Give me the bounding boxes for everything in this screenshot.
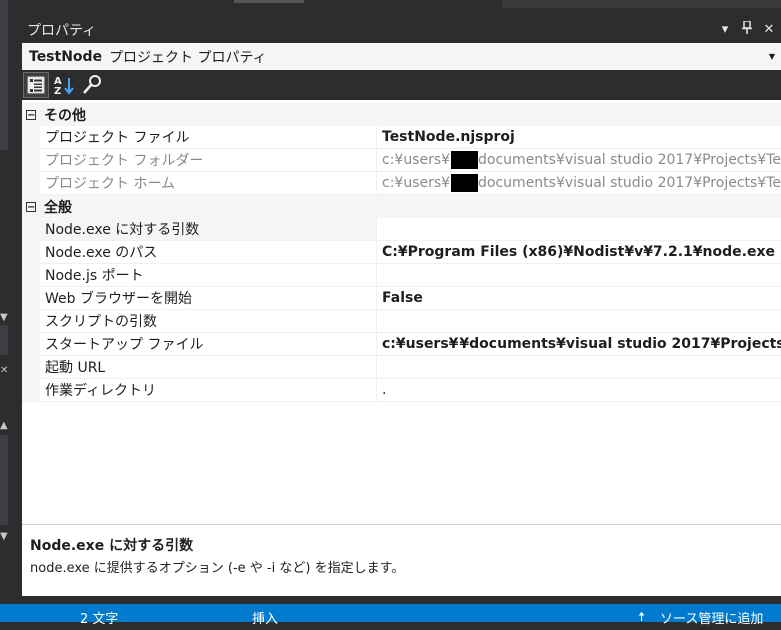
object-selector[interactable]: TestNode プロジェクト プロパティ ▼ [22,43,781,71]
editor-tab-hint [234,0,304,3]
left-chevron-up-icon[interactable]: ▲ [0,420,8,431]
description-title: Node.exe に対する引数 [30,538,194,554]
property-value[interactable]: . [377,379,781,401]
property-value[interactable]: TestNode.njsproj [377,126,781,148]
property-row-node-args[interactable]: Node.exe に対する引数 [22,218,781,241]
row-gutter [22,126,40,148]
status-insert-mode: 挿入 [252,612,279,627]
redaction [451,151,479,169]
property-row-working-directory[interactable]: 作業ディレクトリ . [22,379,781,402]
value-suffix: documents¥visual studio 2017¥Projects¥Te [478,152,781,168]
category-label: 全般 [44,199,72,216]
category-misc[interactable]: − その他 [22,103,781,126]
property-value[interactable]: C:¥Program Files (x86)¥Nodist¥v¥7.2.1¥no… [377,241,781,263]
property-name: 作業ディレクトリ [40,379,377,401]
row-gutter [22,241,40,263]
left-scrollbar-bottom[interactable] [0,435,8,525]
row-gutter [22,310,40,332]
collapse-icon[interactable]: − [26,201,36,212]
window-menu-dropdown-icon[interactable]: ▾ [719,22,731,37]
property-name: Node.exe に対する引数 [40,218,377,240]
property-value[interactable] [377,218,781,240]
property-pages-icon[interactable] [80,73,104,97]
properties-toolbar: A Z [22,70,781,100]
property-value[interactable]: c:¥users¥ documents¥visual studio 2017¥Pr… [377,172,781,194]
property-name: Web ブラウザーを開始 [40,287,377,309]
description-text: node.exe に提供するオプション (-e や -i など) を指定します。 [30,561,405,576]
alphabetical-icon[interactable]: A Z [52,73,76,97]
property-row-project-home[interactable]: プロジェクト ホーム c:¥users¥ documents¥visual stu… [22,172,781,195]
window-controls: ▾ ✕ [719,16,775,43]
row-gutter [22,172,40,194]
property-name: プロジェクト フォルダー [40,149,377,171]
property-name: Node.js ポート [40,264,377,286]
svg-text:Z: Z [54,86,61,96]
property-value[interactable] [377,310,781,332]
value-prefix: c:¥users¥ [382,152,451,168]
row-gutter [22,287,40,309]
property-value[interactable]: c:¥users¥ documents¥visual studio 2017¥Pr… [377,149,781,171]
left-scrollbar-mid[interactable] [0,325,8,355]
pin-icon[interactable] [741,20,753,38]
source-control-up-icon[interactable]: 🠅 [638,608,645,630]
editor-scroll-hint [502,0,781,8]
description-pane: Node.exe に対する引数 node.exe に提供するオプション (-e … [22,524,781,596]
property-row-node-port[interactable]: Node.js ポート [22,264,781,287]
property-value[interactable] [377,356,781,378]
property-value[interactable] [377,264,781,286]
value-prefix: c:¥users¥ [382,336,459,352]
left-scrollbar-top[interactable] [0,0,8,150]
property-row-startup-file[interactable]: スタートアップ ファイル c:¥users¥ ¥documents¥visual … [22,333,781,356]
collapse-icon[interactable]: − [26,109,36,120]
object-type: プロジェクト プロパティ [109,49,267,66]
row-gutter [22,218,40,240]
property-row-project-file[interactable]: プロジェクト ファイル TestNode.njsproj [22,126,781,149]
property-row-node-path[interactable]: Node.exe のパス C:¥Program Files (x86)¥Nodi… [22,241,781,264]
property-name: プロジェクト ホーム [40,172,377,194]
editor-strip [22,0,781,16]
property-row-launch-url[interactable]: 起動 URL [22,356,781,379]
value-prefix: c:¥users¥ [382,175,451,191]
category-general[interactable]: − 全般 [22,195,781,218]
row-gutter [22,379,40,401]
property-row-project-folder[interactable]: プロジェクト フォルダー c:¥users¥ documents¥visual s… [22,149,781,172]
window-title: プロパティ [27,22,97,39]
property-name: Node.exe のパス [40,241,377,263]
row-gutter [22,333,40,355]
status-bar: 2 文字 挿入 🠅 ソース管理に追加 [0,604,781,627]
row-gutter [22,356,40,378]
property-name: スクリプトの引数 [40,310,377,332]
categorized-icon[interactable] [23,72,49,98]
property-grid: − その他 プロジェクト ファイル TestNode.njsproj プロジェク… [22,103,781,402]
object-name: TestNode [29,48,103,65]
value-suffix: documents¥visual studio 2017¥Projects¥Te [478,175,781,191]
property-row-script-args[interactable]: スクリプトの引数 [22,310,781,333]
status-source-control[interactable]: ソース管理に追加 [660,608,763,627]
category-label: その他 [44,107,86,124]
property-name: スタートアップ ファイル [40,333,377,355]
row-gutter [22,149,40,171]
left-chevron-down-icon[interactable]: ▼ [0,312,8,323]
property-row-launch-browser[interactable]: Web ブラウザーを開始 False [22,287,781,310]
close-icon[interactable]: ✕ [763,22,775,37]
property-name: 起動 URL [40,356,377,378]
left-chevron-down-icon-2[interactable]: ▼ [0,531,8,542]
row-gutter [22,264,40,286]
properties-titlebar: プロパティ ▾ ✕ [22,16,781,43]
value-suffix: ¥documents¥visual studio 2017¥Projects¥T [459,336,781,352]
property-name: プロジェクト ファイル [40,126,377,148]
status-char-count: 2 文字 [80,612,119,627]
property-value[interactable]: False [377,287,781,309]
property-value[interactable]: c:¥users¥ ¥documents¥visual studio 2017¥P… [377,333,781,355]
left-close-icon[interactable]: ✕ [0,365,8,376]
redaction [451,174,479,192]
object-selector-dropdown-icon[interactable]: ▼ [769,52,775,61]
properties-window: プロパティ ▾ ✕ TestNode プロジェクト プロパティ ▼ A Z − … [22,16,781,596]
